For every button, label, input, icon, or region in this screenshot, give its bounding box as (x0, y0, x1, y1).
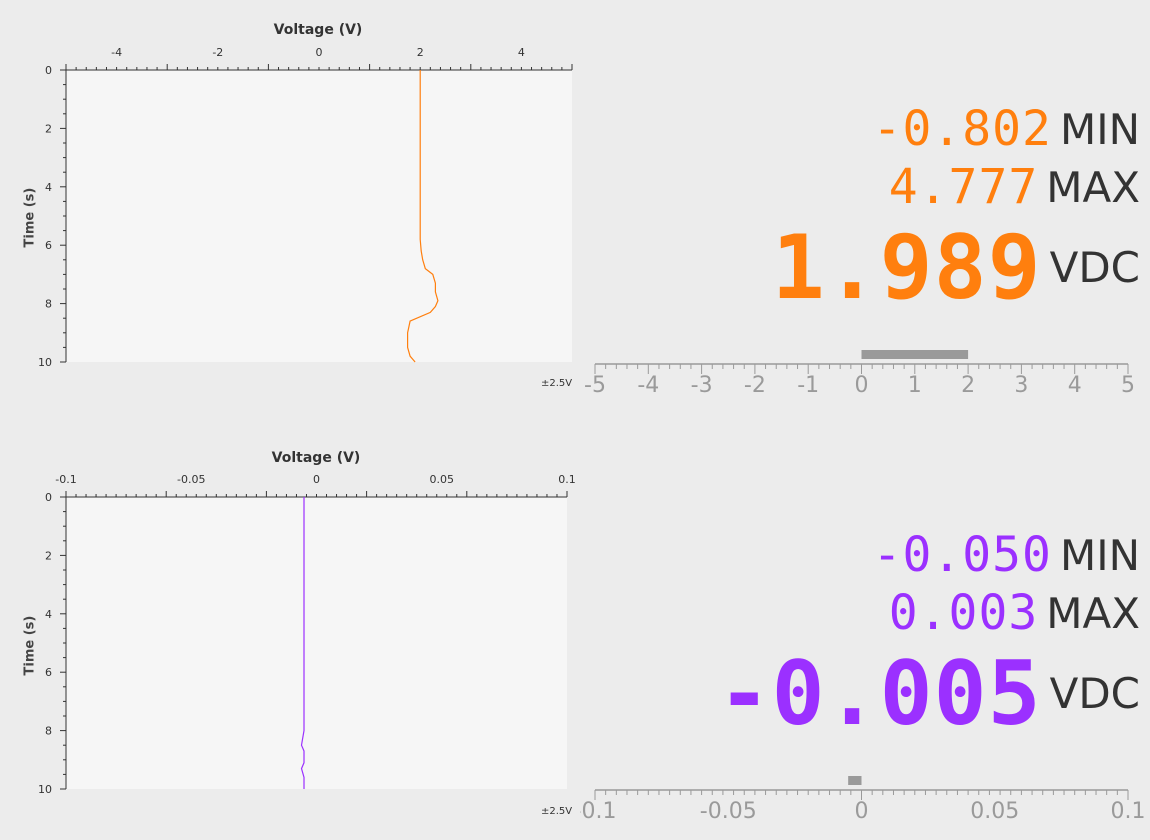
scale-tick-label: 2 (961, 373, 975, 398)
y-tick-label: 10 (38, 783, 52, 796)
vdc-value: -0.005 (717, 641, 1042, 745)
vdc-readout: 1.989 VDC (772, 216, 1140, 319)
scale-tick-label: 1 (908, 373, 922, 398)
max-value: 0.003 (888, 585, 1039, 641)
scale-tick-label: 0.05 (970, 799, 1019, 824)
scale-tick-label: -0.1 (580, 799, 616, 824)
vdc-value: 1.989 (771, 215, 1042, 319)
vdc-readout: -0.005 VDC (718, 642, 1140, 745)
series-line (300, 497, 305, 789)
min-label: MIN (1059, 530, 1140, 580)
scale-tick-label: 0 (855, 373, 869, 398)
max-label: MAX (1046, 588, 1140, 638)
y-tick-label: 2 (45, 122, 52, 135)
x-tick-label: 0 (313, 473, 320, 486)
max-value: 4.777 (888, 159, 1039, 215)
vdc-label: VDC (1049, 668, 1140, 718)
y-tick-label: 8 (45, 725, 52, 738)
min-value: -0.802 (872, 101, 1052, 157)
y-tick-label: 0 (45, 491, 52, 504)
x-tick-label: 0.1 (558, 473, 576, 486)
scale-tick-label: -4 (637, 373, 659, 398)
x-tick-label: 0.05 (430, 473, 455, 486)
x-tick-label: 4 (518, 46, 525, 59)
y-tick-label: 6 (45, 239, 52, 252)
min-readout: -0.802 MIN (873, 100, 1140, 158)
scale-tick-label: 3 (1014, 373, 1028, 398)
min-value: -0.050 (872, 527, 1052, 583)
y-tick-label: 6 (45, 666, 52, 679)
scale-tick-label: -0.05 (700, 799, 757, 824)
y-tick-label: 0 (45, 64, 52, 77)
min-readout: -0.050 MIN (873, 526, 1140, 584)
scale-tick-label: 0 (855, 799, 869, 824)
range-label: ±2.5V (541, 806, 573, 817)
x-tick-label: -0.05 (177, 473, 205, 486)
scale-tick-label: -1 (797, 373, 819, 398)
scale-tick-label: 4 (1068, 373, 1082, 398)
level-bar (848, 776, 862, 785)
y-tick-label: 8 (45, 298, 52, 311)
vdc-label: VDC (1049, 242, 1140, 292)
level-bar-scale: -5 -4 -3 -2 -1 0 1 2 3 4 5 (584, 350, 1135, 398)
y-tick-label: 10 (38, 356, 52, 369)
min-label: MIN (1059, 104, 1140, 154)
max-label: MAX (1046, 162, 1140, 212)
x-tick-label: -0.1 (55, 473, 76, 486)
x-tick-label: 2 (417, 46, 424, 59)
level-bar-scale: -0.1 -0.05 0 0.05 0.1 (580, 776, 1146, 824)
scale-tick-label: 0.1 (1111, 799, 1146, 824)
chart-axes: -4 -2 0 2 4 0 2 4 6 8 10 (38, 46, 573, 369)
max-readout: 0.003 MAX (889, 584, 1140, 642)
scale-tick-label: 5 (1121, 373, 1135, 398)
y-tick-label: 4 (45, 608, 52, 621)
scale-tick-label: -5 (584, 373, 606, 398)
max-readout: 4.777 MAX (889, 158, 1140, 216)
level-bar (861, 350, 969, 359)
y-tick-label: 4 (45, 181, 52, 194)
scale-tick-label: -2 (744, 373, 766, 398)
x-tick-label: 0 (316, 46, 323, 59)
series-line (407, 70, 439, 363)
x-tick-label: -4 (111, 46, 122, 59)
chart-axes: -0.1 -0.05 0 0.05 0.1 0 2 4 6 8 10 (38, 473, 576, 796)
y-tick-label: 2 (45, 549, 52, 562)
range-label: ±2.5V (541, 378, 573, 389)
x-tick-label: -2 (212, 46, 223, 59)
scale-tick-label: -3 (691, 373, 713, 398)
